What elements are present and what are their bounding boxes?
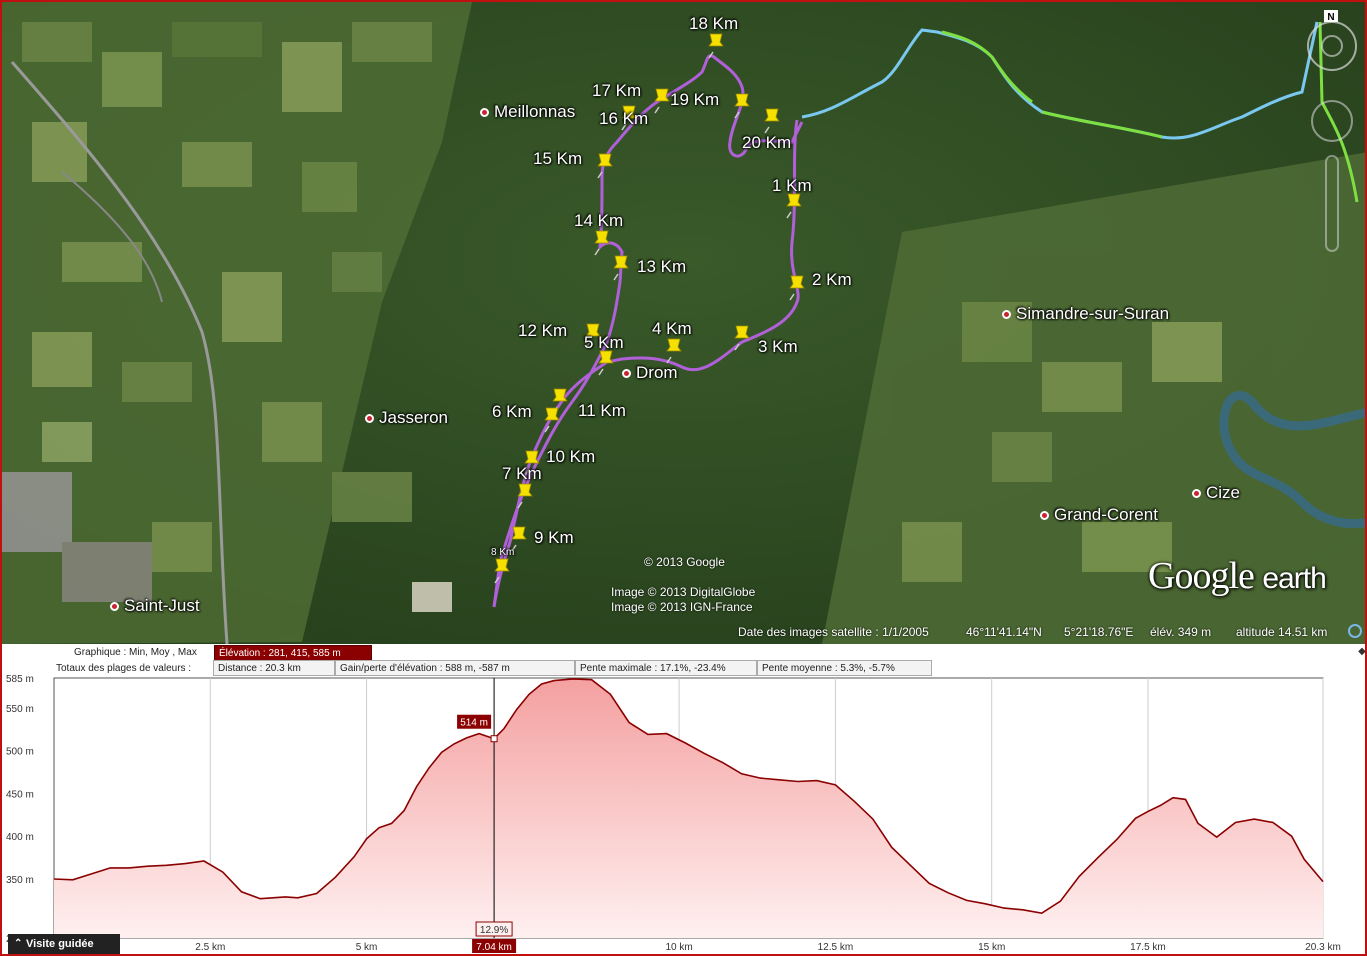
place-label[interactable]: Cize: [1192, 483, 1240, 503]
close-profile-button[interactable]: ◆: [1356, 646, 1365, 658]
km-label[interactable]: 14 Km: [574, 211, 623, 231]
km-label[interactable]: 6 Km: [492, 402, 532, 422]
place-name: Jasseron: [379, 408, 448, 427]
place-label[interactable]: Meillonnas: [480, 102, 575, 122]
place-label[interactable]: Jasseron: [365, 408, 448, 428]
cursor-elevation-label: 514 m: [460, 718, 488, 729]
place-name: Meillonnas: [494, 102, 576, 121]
guided-tour-label: Visite guidée: [26, 938, 94, 950]
elevation-profile-panel: Graphique : Min, Moy , Max Élévation : 2…: [2, 644, 1367, 956]
place-label[interactable]: Grand-Corent: [1040, 505, 1158, 525]
place-marker-icon[interactable]: [622, 369, 631, 379]
place-marker-icon[interactable]: [1040, 511, 1049, 521]
credit-digitalglobe: Image © 2013 DigitalGlobe: [611, 585, 756, 599]
km-label[interactable]: 13 Km: [637, 257, 686, 277]
x-tick-label: 12.5 km: [818, 942, 854, 953]
status-bar: Date des images satellite : 1/1/2005 46°…: [2, 622, 1365, 644]
zoom-slider[interactable]: [1325, 155, 1339, 252]
elevation-chart[interactable]: 585 m550 m500 m450 m400 m350 m281 m2.5 k…: [2, 644, 1367, 956]
compass-label: N: [1327, 12, 1334, 23]
y-tick-label: 450 m: [6, 789, 34, 800]
cursor-slope-label: 12.9%: [480, 925, 508, 936]
satellite-map[interactable]: Meillonnas Jasseron Saint-Just Drom Simandre…: [2, 2, 1365, 644]
km-label[interactable]: 7 Km: [502, 464, 542, 484]
look-ring-inner: [1321, 35, 1343, 57]
logo-suffix: earth: [1262, 562, 1326, 595]
km-label[interactable]: 20 Km: [742, 133, 791, 153]
x-tick-label: 10 km: [666, 942, 693, 953]
cursor-distance-label: 7.04 km: [476, 942, 512, 953]
y-tick-label: 500 m: [6, 747, 34, 758]
move-ring[interactable]: [1311, 100, 1353, 142]
km-label[interactable]: 16 Km: [599, 109, 648, 129]
look-ring[interactable]: [1307, 21, 1357, 71]
km-label[interactable]: 19 Km: [670, 90, 719, 110]
place-name: Simandre-sur-Suran: [1016, 304, 1170, 323]
x-tick-label: 15 km: [978, 942, 1005, 953]
place-marker-icon[interactable]: [1192, 489, 1201, 499]
km-label[interactable]: 2 Km: [812, 270, 852, 290]
km-label[interactable]: 1 Km: [772, 176, 812, 196]
place-label[interactable]: Saint-Just: [110, 596, 200, 616]
elevation-readout: élév. 349 m: [1150, 625, 1212, 639]
place-marker-icon[interactable]: [1002, 310, 1011, 320]
y-tick-label: 585 m: [6, 674, 34, 685]
place-name: Cize: [1206, 483, 1241, 502]
credit-ign: Image © 2013 IGN-France: [611, 600, 753, 614]
chevron-up-icon: ⌃: [14, 938, 23, 949]
km-label[interactable]: 5 Km: [584, 333, 624, 353]
longitude-readout: 5°21'18.76"E: [1064, 625, 1134, 639]
x-tick-label: 5 km: [356, 942, 378, 953]
km-label-small: 8 Km: [491, 547, 515, 558]
km-label[interactable]: 11 Km: [578, 401, 626, 421]
km-label[interactable]: 15 Km: [533, 149, 582, 169]
km-label[interactable]: 17 Km: [592, 81, 641, 101]
place-name: Saint-Just: [124, 596, 200, 615]
x-tick-label: 20.3 km: [1305, 942, 1341, 953]
x-tick-label: 17.5 km: [1130, 942, 1166, 953]
latitude-readout: 46°11'41.14"N: [966, 625, 1042, 639]
place-label[interactable]: Drom: [622, 363, 678, 383]
guided-tour-button[interactable]: ⌃ Visite guidée: [8, 934, 120, 954]
google-earth-window: Meillonnas Jasseron Saint-Just Drom Simandre…: [0, 0, 1367, 956]
place-marker-icon[interactable]: [110, 602, 119, 612]
place-marker-icon[interactable]: [365, 414, 374, 424]
place-name: Grand-Corent: [1054, 505, 1158, 524]
google-earth-logo: Google earth: [1148, 554, 1327, 598]
credit-google: © 2013 Google: [644, 555, 725, 569]
km-label[interactable]: 10 Km: [546, 447, 595, 467]
y-tick-label: 550 m: [6, 704, 34, 715]
nav-controls-graphic[interactable]: N: [1306, 6, 1362, 256]
imagery-date: Date des images satellite : 1/1/2005: [738, 625, 929, 639]
place-name: Drom: [636, 363, 678, 382]
km-label[interactable]: 18 Km: [689, 14, 738, 34]
place-marker-icon[interactable]: [480, 108, 489, 118]
km-label[interactable]: 12 Km: [518, 321, 567, 341]
y-tick-label: 350 m: [6, 875, 34, 886]
altitude-readout: altitude 14.51 km: [1236, 625, 1328, 639]
x-tick-label: 2.5 km: [195, 942, 225, 953]
y-tick-label: 400 m: [6, 832, 34, 843]
km-label[interactable]: 9 Km: [534, 528, 574, 548]
navigation-controls[interactable]: N: [1306, 6, 1362, 256]
cursor-point: [490, 735, 498, 743]
km-label[interactable]: 3 Km: [758, 337, 798, 357]
km-label[interactable]: 4 Km: [652, 319, 692, 339]
place-label[interactable]: Simandre-sur-Suran: [1002, 304, 1169, 324]
logo-word: Google: [1148, 555, 1255, 597]
